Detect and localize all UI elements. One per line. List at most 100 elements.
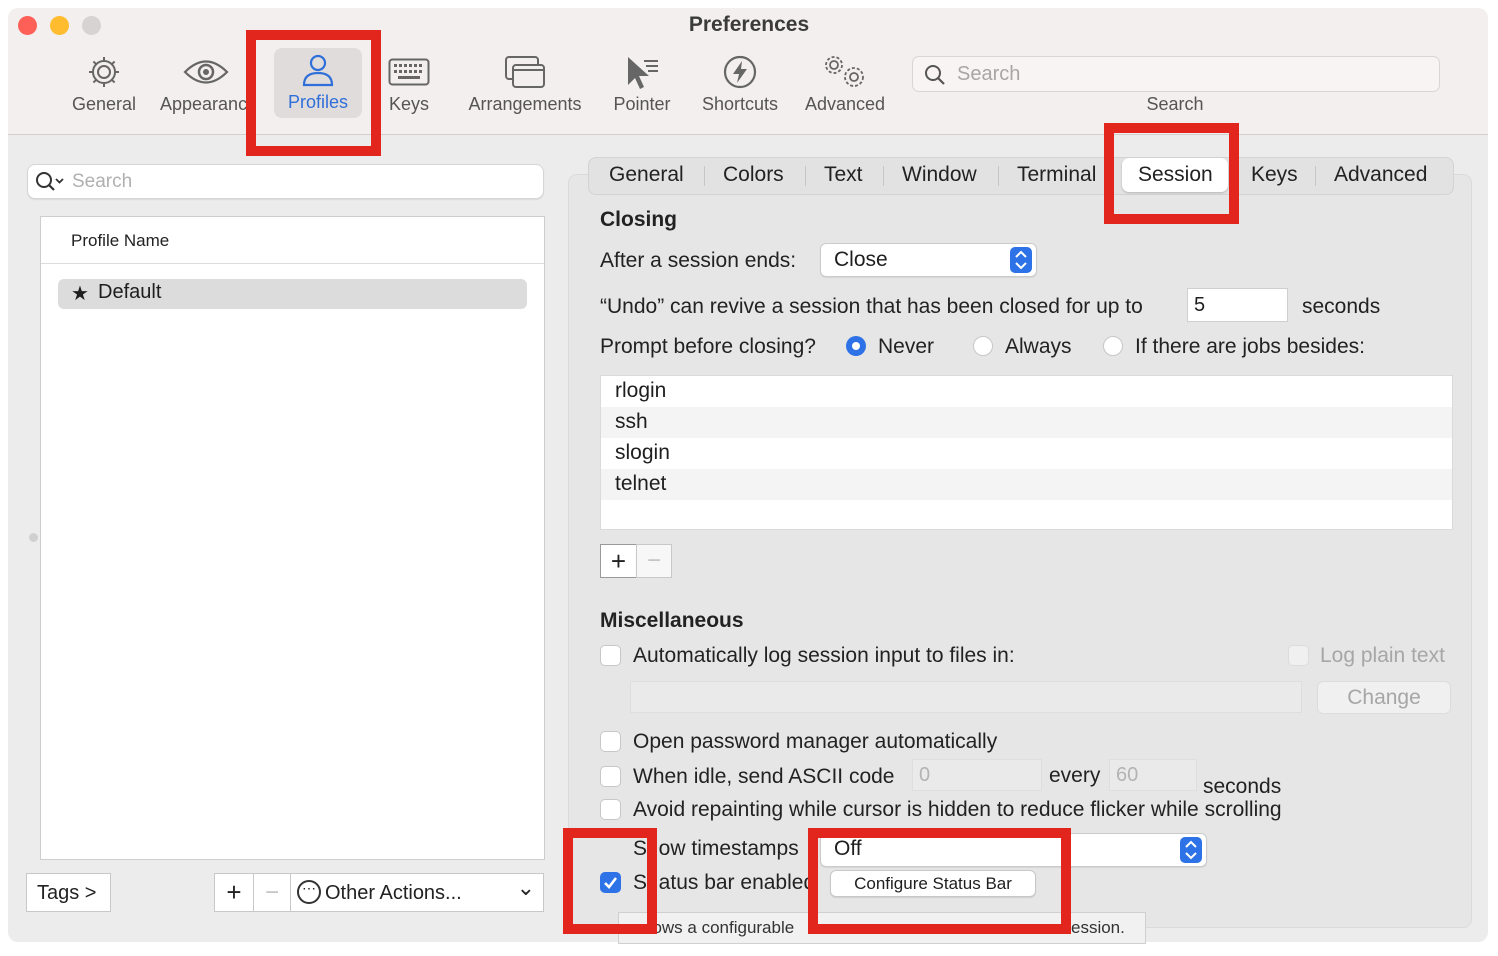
bolt-icon — [696, 50, 784, 94]
misc-heading: Miscellaneous — [600, 609, 744, 632]
idle-code-input[interactable]: 0 — [912, 759, 1042, 791]
windows-icon — [462, 50, 588, 94]
toolbar-search-input[interactable]: Search — [912, 56, 1440, 92]
toolbar-label: Pointer — [613, 94, 671, 114]
toolbar-keys[interactable]: Keys — [376, 50, 442, 115]
remove-profile-button[interactable]: − — [253, 873, 291, 912]
input-value: 5 — [1194, 294, 1206, 316]
toolbar-appearance[interactable]: Appearanc — [158, 50, 254, 115]
toolbar-label: Shortcuts — [701, 94, 779, 114]
job-name: telnet — [615, 472, 667, 495]
undo-seconds-input[interactable]: 5 — [1187, 288, 1288, 322]
input-value: 0 — [919, 764, 931, 786]
idle-seconds-label: seconds — [1203, 775, 1282, 798]
password-manager-checkbox[interactable] — [600, 731, 621, 752]
other-actions-label: Other Actions... — [325, 882, 462, 904]
search-icon — [925, 65, 945, 85]
closing-heading: Closing — [600, 208, 677, 231]
toolbar-pointer[interactable]: Pointer — [606, 50, 678, 115]
tab-window[interactable]: Window — [902, 163, 977, 187]
list-item[interactable]: slogin — [601, 438, 1452, 469]
split-handle[interactable] — [29, 533, 38, 542]
radio-never[interactable] — [846, 336, 866, 356]
popup-value: Close — [834, 248, 888, 271]
highlight-box-checkbox — [563, 828, 657, 934]
tab-separator — [805, 166, 806, 186]
toolbar-label: Appearanc — [160, 94, 248, 114]
toolbar-label: Arrangements — [468, 94, 582, 114]
tab-keys[interactable]: Keys — [1251, 163, 1298, 187]
tooltip-text-left: ows a configurable — [643, 918, 795, 937]
search-placeholder: Search — [72, 171, 133, 192]
tab-general[interactable]: General — [609, 163, 684, 187]
log-plain-checkbox[interactable] — [1288, 645, 1309, 666]
window-title: Preferences — [688, 13, 810, 36]
toolbar-label: Advanced — [804, 94, 886, 114]
highlight-box-profiles — [246, 30, 381, 156]
radio-jobs[interactable] — [1103, 336, 1123, 356]
toolbar-general[interactable]: General — [60, 50, 148, 115]
toolbar-label: General — [71, 94, 137, 114]
list-item[interactable]: telnet — [601, 469, 1452, 500]
log-plain-label: Log plain text — [1320, 644, 1445, 667]
add-job-button[interactable]: + — [600, 544, 637, 578]
keyboard-icon — [376, 50, 442, 94]
highlight-box-configure — [808, 828, 1071, 934]
log-path-input[interactable] — [630, 681, 1302, 713]
other-actions-button[interactable]: ⋯ Other Actions... ⌄ — [290, 873, 544, 912]
tab-terminal[interactable]: Terminal — [1017, 163, 1096, 187]
idle-checkbox[interactable] — [600, 766, 621, 787]
highlight-box-session — [1104, 123, 1239, 224]
avoid-repaint-label: Avoid repainting while cursor is hidden … — [633, 798, 1282, 821]
log-label: Automatically log session input to files… — [633, 644, 1015, 667]
tab-advanced[interactable]: Advanced — [1334, 163, 1427, 187]
search-placeholder: Search — [957, 63, 1021, 85]
tags-button[interactable]: Tags > — [26, 873, 111, 912]
toolbar-arrangements[interactable]: Arrangements — [462, 50, 588, 115]
timestamps-label: S ow timestamps — [633, 837, 799, 860]
tab-separator — [704, 166, 705, 186]
remove-job-button[interactable]: − — [636, 544, 672, 578]
radio-jobs-label: If there are jobs besides: — [1135, 335, 1365, 358]
list-item[interactable]: ssh — [601, 407, 1452, 438]
radio-always-label: Always — [1005, 335, 1072, 358]
profile-name: Default — [98, 281, 162, 303]
more-icon: ⋯ — [297, 880, 321, 904]
list-item[interactable]: rlogin — [601, 376, 1452, 407]
after-session-popup[interactable]: Close — [820, 243, 1037, 277]
jobs-list: rlogin ssh slogin telnet — [600, 375, 1453, 530]
avoid-repaint-checkbox[interactable] — [600, 799, 621, 820]
toolbar-label: Keys — [388, 94, 430, 114]
log-checkbox[interactable] — [600, 645, 621, 666]
undo-label: “Undo” can revive a session that has bee… — [600, 295, 1143, 318]
toolbar-shortcuts[interactable]: Shortcuts — [696, 50, 784, 115]
after-session-label: After a session ends: — [600, 249, 797, 272]
tab-text[interactable]: Text — [824, 163, 863, 187]
radio-never-label: Never — [878, 335, 935, 358]
profile-row-default[interactable]: ★ Default — [58, 279, 527, 309]
tags-button-label: Tags > — [37, 882, 97, 904]
eye-icon — [158, 50, 254, 94]
profile-list: Profile Name ★ Default — [40, 216, 545, 860]
radio-always[interactable] — [973, 336, 993, 356]
password-manager-label: Open password manager automatically — [633, 730, 998, 753]
toolbar-advanced[interactable]: Advanced — [800, 50, 890, 115]
tab-colors[interactable]: Colors — [723, 163, 784, 187]
job-name: rlogin — [615, 379, 667, 402]
profile-search-input[interactable]: Search — [27, 164, 544, 199]
gears-icon — [800, 50, 890, 94]
idle-interval-input[interactable]: 60 — [1109, 759, 1197, 791]
tooltip-text-right: ession. — [1071, 918, 1125, 937]
chevron-down-icon: ⌄ — [516, 875, 535, 900]
add-profile-button[interactable]: + — [214, 873, 254, 912]
tab-separator — [883, 166, 884, 186]
gear-icon — [60, 50, 148, 94]
column-header: Profile Name — [71, 231, 170, 250]
input-value: 60 — [1116, 764, 1139, 786]
change-button[interactable]: Change — [1317, 681, 1451, 714]
star-icon: ★ — [71, 283, 89, 305]
tab-separator — [998, 166, 999, 186]
profile-list-header[interactable]: Profile Name — [41, 217, 544, 264]
stepper-icon — [1010, 247, 1032, 273]
tab-separator — [1315, 166, 1316, 186]
